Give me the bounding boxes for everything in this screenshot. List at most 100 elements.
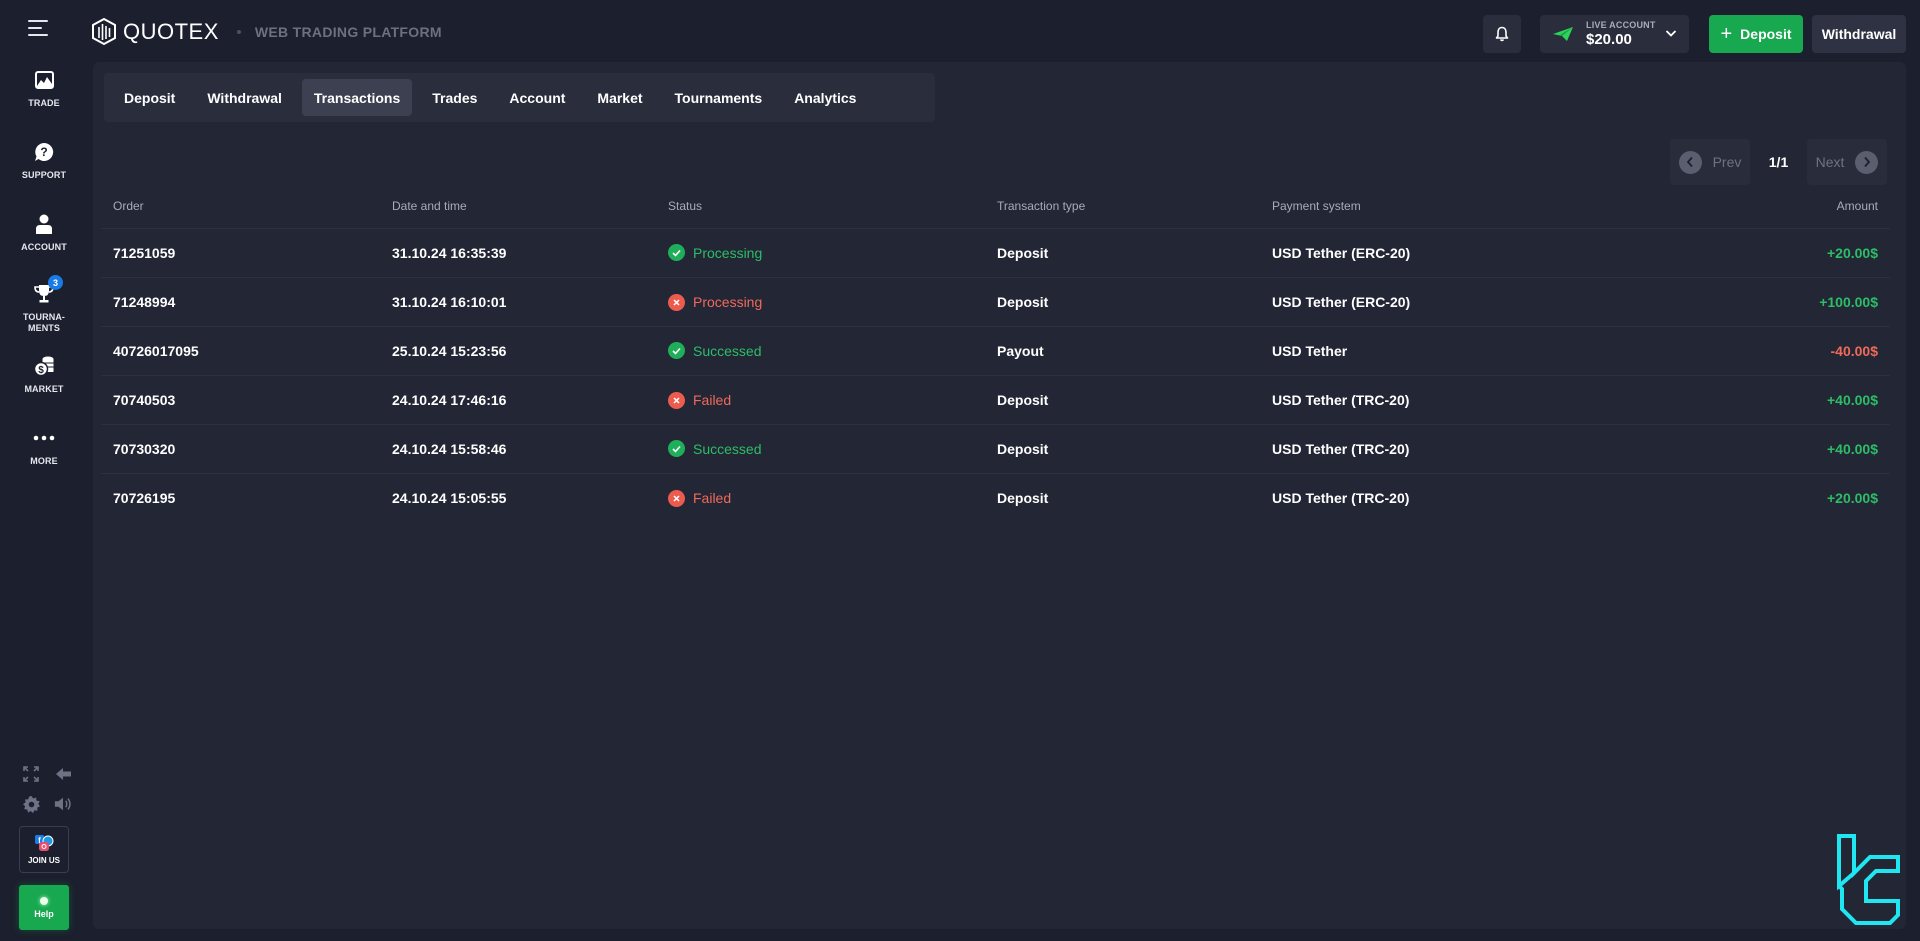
join-us-button[interactable]: f JOIN US	[19, 826, 69, 873]
account-switcher[interactable]: LIVE ACCOUNT $20.00	[1540, 15, 1689, 53]
transaction-type: Deposit	[985, 277, 1260, 327]
status-badge: Successed	[668, 440, 761, 458]
column-header-status: Status	[656, 184, 985, 229]
tab-deposit[interactable]: Deposit	[112, 79, 187, 116]
datetime: 24.10.24 15:05:55	[392, 489, 507, 506]
plus-icon: +	[1720, 23, 1733, 45]
column-header-type: Transaction type	[985, 184, 1260, 229]
chevron-down-icon	[1665, 30, 1677, 37]
status-text: Failed	[693, 490, 732, 507]
order-id: 70726195	[113, 489, 176, 506]
column-header-amount: Amount	[1660, 184, 1890, 229]
sidebar-item-market[interactable]: $ MARKET	[0, 354, 88, 395]
transaction-type: Deposit	[985, 375, 1260, 425]
tab-market[interactable]: Market	[585, 79, 654, 116]
x-circle-icon	[668, 391, 685, 409]
arrow-left-icon	[55, 768, 71, 780]
next-label: Next	[1815, 154, 1845, 170]
online-indicator-icon	[40, 896, 48, 905]
column-header-payment: Payment system	[1260, 184, 1660, 229]
column-header-datetime: Date and time	[380, 184, 656, 229]
help-button[interactable]: Help	[19, 885, 69, 930]
deposit-button-label: Deposit	[1740, 26, 1792, 42]
order-id: 40726017095	[101, 326, 380, 376]
datetime: 24.10.24 17:46:16	[380, 375, 656, 425]
quotex-logo-icon	[92, 18, 116, 45]
tab-tournaments[interactable]: Tournaments	[663, 79, 775, 116]
tab-account[interactable]: Account	[497, 79, 577, 116]
tab-withdrawal[interactable]: Withdrawal	[195, 79, 294, 116]
fullscreen-icon	[23, 766, 39, 782]
check-icon	[672, 249, 681, 257]
prev-page-button[interactable]: Prev	[1670, 139, 1750, 185]
check-icon	[672, 347, 681, 355]
separator-dot	[236, 29, 241, 34]
notifications-button[interactable]	[1483, 15, 1521, 53]
transaction-type: Payout	[985, 326, 1260, 376]
datetime: 24.10.24 15:58:46	[380, 424, 656, 474]
sidebar-tools-row-1	[22, 765, 72, 783]
amount: +100.00$	[1660, 277, 1890, 327]
datetime: 31.10.24 16:35:39	[380, 228, 656, 278]
withdrawal-button-label: Withdrawal	[1821, 26, 1897, 42]
status-text: Processing	[693, 294, 763, 310]
sound-button[interactable]	[54, 795, 72, 813]
settings-button[interactable]	[22, 795, 40, 813]
sidebar-item-support[interactable]: ? SUPPORT	[0, 140, 88, 181]
brand-logo[interactable]: QUOTEX WEB TRADING PLATFORM	[92, 18, 442, 45]
svg-text:?: ?	[40, 145, 47, 159]
sidebar: TRADE ? SUPPORT ACCOUNT 3 TOURNA- MENTS …	[0, 62, 88, 941]
sidebar-item-label: TOURNA- MENTS	[22, 312, 66, 333]
column-header-order: Order	[101, 184, 380, 229]
status-cell: Processing	[656, 228, 985, 278]
sidebar-item-label: MARKET	[24, 384, 64, 394]
status-badge: Processing	[668, 293, 763, 311]
sidebar-item-label: TRADE	[28, 98, 60, 108]
pagination: Prev 1/1 Next	[1670, 139, 1887, 185]
status-badge: Processing	[668, 244, 762, 262]
x-icon	[673, 495, 680, 502]
transaction-type: Deposit	[997, 489, 1049, 506]
platform-subtitle: WEB TRADING PLATFORM	[254, 23, 442, 40]
menu-icon[interactable]	[28, 20, 48, 36]
sidebar-item-more[interactable]: MORE	[0, 426, 88, 467]
page-indicator: 1/1	[1768, 154, 1789, 170]
deposit-button[interactable]: + Deposit	[1709, 15, 1803, 53]
coins-icon: $	[33, 356, 54, 377]
tab-trades[interactable]: Trades	[420, 79, 489, 116]
tab-transactions[interactable]: Transactions	[301, 79, 413, 116]
help-label: Help	[34, 908, 54, 919]
table-row: 40726017095 25.10.24 15:23:56 Successed Pay…	[101, 326, 1890, 376]
sidebar-item-trade[interactable]: TRADE	[0, 68, 88, 109]
question-bubble-icon: ?	[35, 142, 54, 161]
account-balance: $20.00	[1586, 31, 1632, 48]
order-id: 70740503	[101, 375, 380, 425]
tournaments-badge: 3	[48, 275, 63, 290]
tab-analytics[interactable]: Analytics	[782, 79, 868, 116]
table-row: 71251059 31.10.24 16:35:39 Processing Depos…	[101, 228, 1890, 278]
paper-plane-icon	[1553, 27, 1573, 41]
status-text: Successed	[693, 342, 762, 359]
chevron-right-icon	[1864, 156, 1871, 168]
user-icon	[36, 214, 52, 234]
account-type-label: LIVE ACCOUNT	[1586, 20, 1656, 30]
svg-text:$: $	[38, 365, 44, 376]
watermark-logo-icon	[1837, 834, 1900, 925]
status-cell: Successed	[656, 326, 985, 376]
check-icon	[672, 445, 681, 453]
x-icon	[673, 298, 680, 306]
amount: -40.00$	[1660, 326, 1890, 376]
sidebar-item-tournaments[interactable]: 3 TOURNA- MENTS	[0, 275, 88, 334]
chevron-left-icon	[1686, 156, 1693, 168]
withdrawal-button[interactable]: Withdrawal	[1812, 15, 1906, 53]
x-icon	[673, 396, 680, 404]
sidebar-item-account[interactable]: ACCOUNT	[0, 212, 88, 253]
prev-label: Prev	[1712, 154, 1742, 170]
payment-system: USD Tether (ERC-20)	[1260, 228, 1660, 278]
back-button[interactable]	[54, 765, 72, 783]
next-page-button[interactable]: Next	[1807, 139, 1887, 185]
table-header-row: Order Date and time Status Transaction t…	[101, 184, 1890, 229]
payment-system: USD Tether (ERC-20)	[1260, 277, 1660, 327]
fullscreen-button[interactable]	[22, 765, 40, 783]
table-row: 71248994 31.10.24 16:10:01 Processing Depos…	[101, 277, 1890, 327]
